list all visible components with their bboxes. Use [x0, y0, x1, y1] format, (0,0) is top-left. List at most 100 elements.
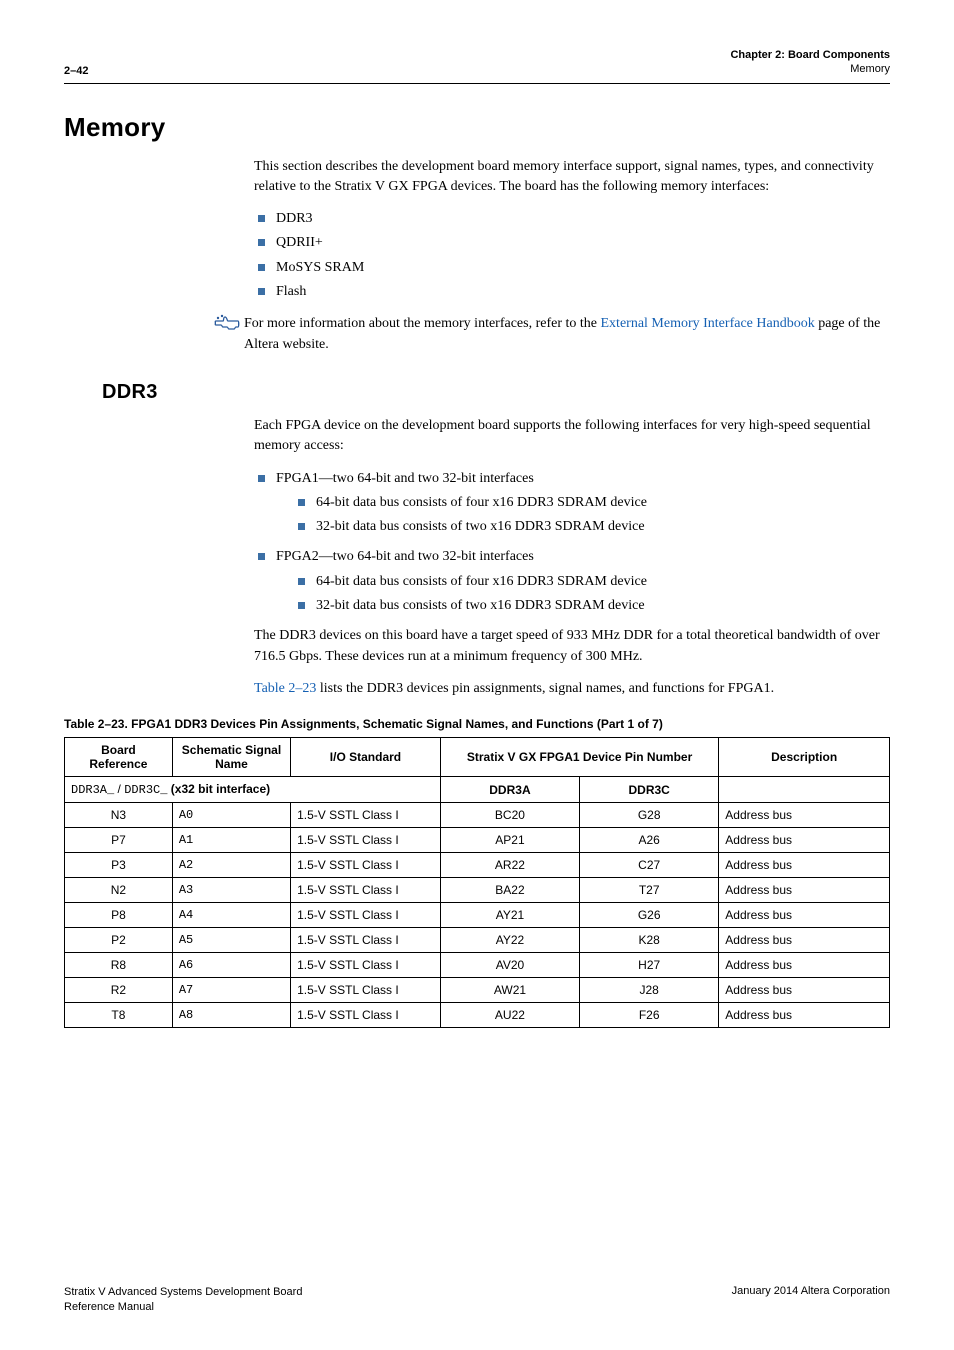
cell-signal: A3 [172, 878, 290, 903]
cell-pin-c: C27 [580, 853, 719, 878]
table-row: R2 A7 1.5-V SSTL Class I AW21 J28 Addres… [65, 978, 890, 1003]
page-number: 2–42 [64, 65, 88, 77]
cell-pin-c: J28 [580, 978, 719, 1003]
cell-desc: Address bus [719, 828, 890, 853]
cell-board-ref: P8 [65, 903, 173, 928]
cell-io: 1.5-V SSTL Class I [291, 878, 441, 903]
cell-desc: Address bus [719, 803, 890, 828]
subhead-sep: / [114, 782, 124, 796]
table-row: N3 A0 1.5-V SSTL Class I BC20 G28 Addres… [65, 803, 890, 828]
table-row: P3 A2 1.5-V SSTL Class I AR22 C27 Addres… [65, 853, 890, 878]
list-item: FPGA2—two 64-bit and two 32-bit interfac… [254, 547, 890, 616]
cell-io: 1.5-V SSTL Class I [291, 953, 441, 978]
list-item-label: FPGA1—two 64-bit and two 32-bit interfac… [276, 471, 534, 486]
footer-doc-title: Stratix V Advanced Systems Development B… [64, 1286, 302, 1298]
subhead-interface: DDR3A_ / DDR3C_ (x32 bit interface) [65, 777, 441, 803]
ddr3-list: FPGA1—two 64-bit and two 32-bit interfac… [254, 469, 890, 617]
cell-desc: Address bus [719, 853, 890, 878]
cell-board-ref: P3 [65, 853, 173, 878]
hand-point-icon [214, 314, 244, 334]
cell-desc: Address bus [719, 928, 890, 953]
cell-pin-c: A26 [580, 828, 719, 853]
cell-pin-a: AW21 [440, 978, 579, 1003]
memory-interface-list: DDR3 QDRII+ MoSYS SRAM Flash [254, 209, 890, 302]
cell-pin-a: AP21 [440, 828, 579, 853]
ddr3-intro: Each FPGA device on the development boar… [254, 416, 890, 457]
cell-pin-c: T27 [580, 878, 719, 903]
cell-board-ref: P7 [65, 828, 173, 853]
ddr3-speed-para: The DDR3 devices on this board have a ta… [254, 626, 890, 667]
cell-signal: A7 [172, 978, 290, 1003]
cell-pin-a: AV20 [440, 953, 579, 978]
cell-pin-c: F26 [580, 1003, 719, 1028]
table-row: T8 A8 1.5-V SSTL Class I AU22 F26 Addres… [65, 1003, 890, 1028]
cell-signal: A1 [172, 828, 290, 853]
ddr3-pin-table: Board Reference Schematic Signal Name I/… [64, 737, 890, 1028]
subhead-empty [719, 777, 890, 803]
cell-desc: Address bus [719, 903, 890, 928]
cell-signal: A0 [172, 803, 290, 828]
cell-pin-a: AY22 [440, 928, 579, 953]
cell-io: 1.5-V SSTL Class I [291, 828, 441, 853]
cell-pin-a: AR22 [440, 853, 579, 878]
cell-board-ref: R2 [65, 978, 173, 1003]
external-memory-link[interactable]: External Memory Interface Handbook [601, 316, 815, 331]
list-item: DDR3 [254, 209, 890, 229]
subhead-rest: (x32 bit interface) [167, 782, 270, 796]
cell-desc: Address bus [719, 978, 890, 1003]
cell-pin-c: K28 [580, 928, 719, 953]
th-description: Description [719, 738, 890, 777]
cell-pin-a: AU22 [440, 1003, 579, 1028]
section-title: Memory [730, 62, 890, 76]
cell-io: 1.5-V SSTL Class I [291, 928, 441, 953]
th-signal-name: Schematic Signal Name [172, 738, 290, 777]
cell-io: 1.5-V SSTL Class I [291, 978, 441, 1003]
list-item: 32-bit data bus consists of two x16 DDR3… [294, 596, 890, 616]
cell-signal: A6 [172, 953, 290, 978]
cell-signal: A5 [172, 928, 290, 953]
memory-intro: This section describes the development b… [254, 157, 890, 198]
cell-board-ref: R8 [65, 953, 173, 978]
cell-board-ref: T8 [65, 1003, 173, 1028]
cell-pin-c: G26 [580, 903, 719, 928]
chapter-title: Chapter 2: Board Components [730, 48, 890, 62]
subhead-code-a: DDR3A_ [71, 783, 114, 797]
table-row: N2 A3 1.5-V SSTL Class I BA22 T27 Addres… [65, 878, 890, 903]
table-row: P8 A4 1.5-V SSTL Class I AY21 G26 Addres… [65, 903, 890, 928]
table-caption: Table 2–23. FPGA1 DDR3 Devices Pin Assig… [64, 717, 890, 731]
cell-desc: Address bus [719, 1003, 890, 1028]
list-item: 32-bit data bus consists of two x16 DDR3… [294, 517, 890, 537]
table-row: P7 A1 1.5-V SSTL Class I AP21 A26 Addres… [65, 828, 890, 853]
ddr3-table-ref-para: Table 2–23 lists the DDR3 devices pin as… [254, 679, 890, 699]
cell-signal: A8 [172, 1003, 290, 1028]
heading-ddr3: DDR3 [102, 381, 890, 404]
info-note: For more information about the memory in… [214, 314, 890, 355]
header-rule [64, 83, 890, 84]
cell-signal: A4 [172, 903, 290, 928]
cell-signal: A2 [172, 853, 290, 878]
cell-board-ref: N2 [65, 878, 173, 903]
list-item: MoSYS SRAM [254, 258, 890, 278]
th-device-pin: Stratix V GX FPGA1 Device Pin Number [440, 738, 718, 777]
cell-pin-a: BC20 [440, 803, 579, 828]
footer-right: January 2014 Altera Corporation [732, 1285, 890, 1314]
th-io-standard: I/O Standard [291, 738, 441, 777]
table-ref-link[interactable]: Table 2–23 [254, 681, 316, 696]
cell-io: 1.5-V SSTL Class I [291, 853, 441, 878]
subhead-code-c: DDR3C_ [124, 783, 167, 797]
cell-desc: Address bus [719, 953, 890, 978]
cell-io: 1.5-V SSTL Class I [291, 903, 441, 928]
footer-doc-subtitle: Reference Manual [64, 1301, 154, 1313]
page-footer: Stratix V Advanced Systems Development B… [64, 1285, 890, 1314]
cell-io: 1.5-V SSTL Class I [291, 803, 441, 828]
list-item: FPGA1—two 64-bit and two 32-bit interfac… [254, 469, 890, 538]
cell-board-ref: P2 [65, 928, 173, 953]
th-ddr3c: DDR3C [580, 777, 719, 803]
table-row: P2 A5 1.5-V SSTL Class I AY22 K28 Addres… [65, 928, 890, 953]
list-item: Flash [254, 282, 890, 302]
cell-pin-c: G28 [580, 803, 719, 828]
list-item-label: FPGA2—two 64-bit and two 32-bit interfac… [276, 549, 534, 564]
cell-pin-a: BA22 [440, 878, 579, 903]
list-item: QDRII+ [254, 233, 890, 253]
th-ddr3a: DDR3A [440, 777, 579, 803]
